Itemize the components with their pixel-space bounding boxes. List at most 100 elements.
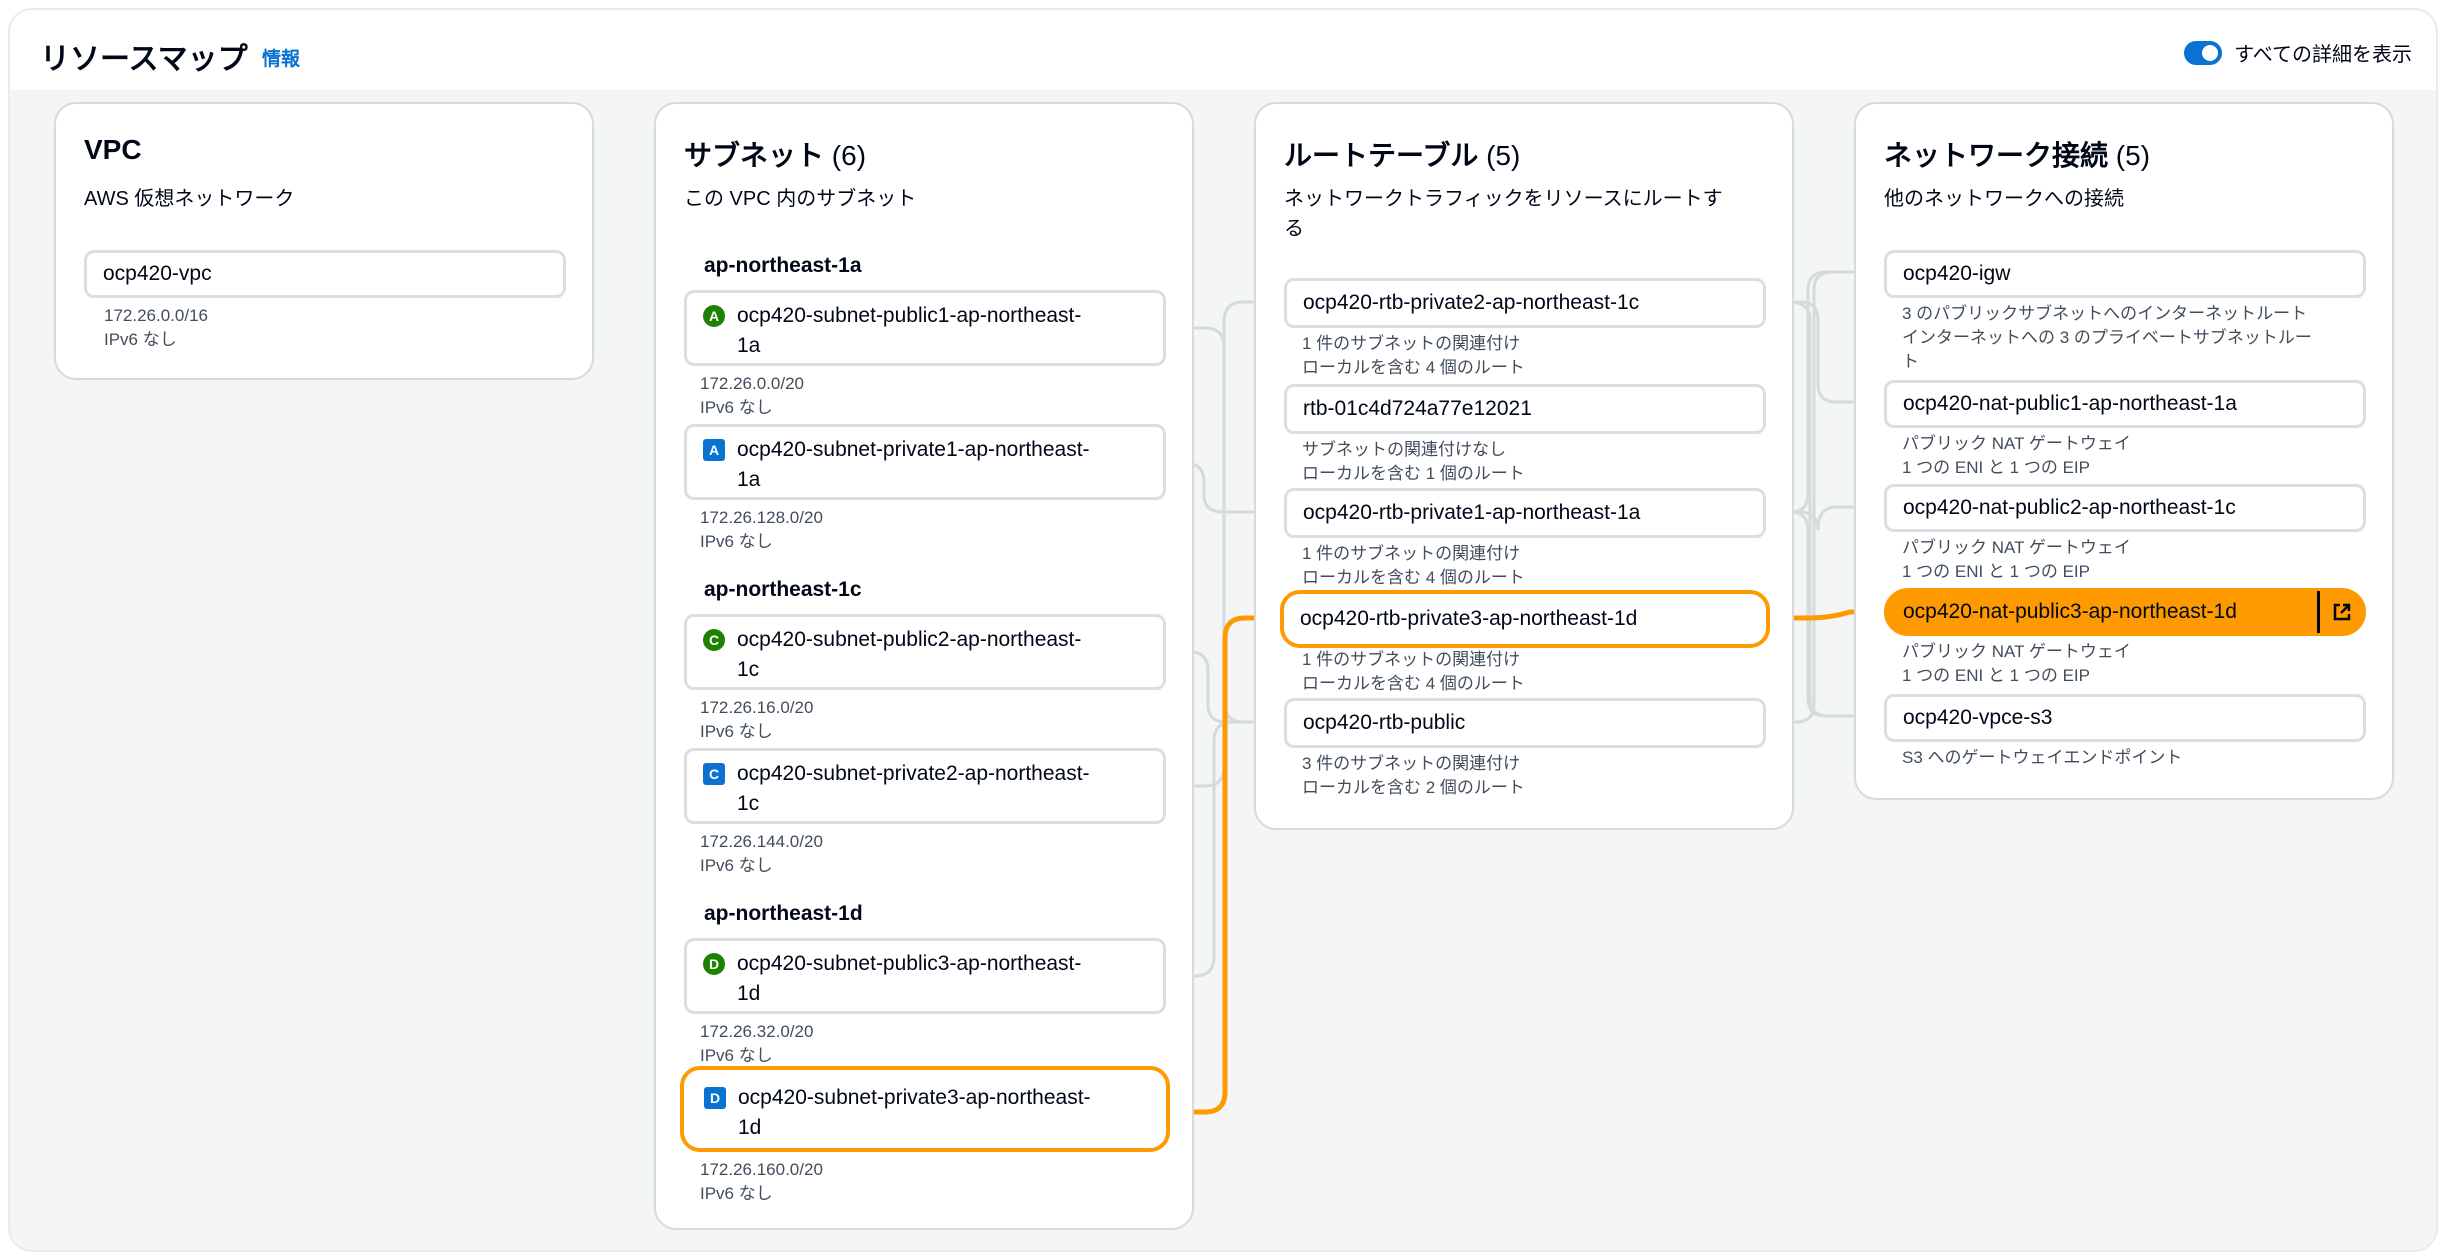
route-tables-column-desc: ネットワークトラフィックをリソースにルートす る: [1284, 184, 1723, 244]
route-table-meta-private2: 1 件のサブネットの関連付け ローカルを含む 4 個のルート: [1302, 332, 1525, 380]
subnet-label-line2: 1d: [738, 1116, 762, 1139]
connection-detail: 3 のパブリックサブネットへのインターネットルート: [1902, 304, 2308, 323]
connections-column-title: ネットワーク接続 (5): [1884, 134, 2150, 174]
public-subnet-icon: D: [703, 953, 725, 975]
subnet-node-public1[interactable]: A ocp420-subnet-public1-ap-northeast- 1a: [684, 290, 1166, 366]
subnet-meta-public1: 172.26.0.0/20 IPv6 なし: [700, 372, 804, 420]
route-tables-column-title: ルートテーブル (5): [1284, 134, 1520, 174]
subnet-ipv6: IPv6 なし: [700, 1046, 773, 1065]
subnet-label-line1: ocp420-subnet-public1-ap-northeast-: [737, 304, 1082, 327]
subnet-label: ocp420-subnet-private2-ap-northeast- 1c: [737, 759, 1090, 819]
connection-meta-igw: 3 のパブリックサブネットへのインターネットルート インターネットへの 3 のプ…: [1902, 302, 2312, 374]
connection-detail: パブリック NAT ゲートウェイ: [1902, 434, 2131, 453]
route-table-node-private1[interactable]: ocp420-rtb-private1-ap-northeast-1a: [1284, 488, 1766, 538]
vpc-node-label: ocp420-vpc: [103, 262, 212, 285]
subnet-label: ocp420-subnet-private1-ap-northeast- 1a: [737, 435, 1090, 495]
connection-meta-nat3: パブリック NAT ゲートウェイ 1 つの ENI と 1 つの EIP: [1902, 640, 2131, 688]
subnets-title-text: サブネット: [684, 140, 825, 171]
subnet-label-line2: 1a: [737, 468, 761, 491]
private-subnet-icon: C: [703, 763, 725, 785]
subnets-column: サブネット (6) この VPC 内のサブネット ap-northeast-1a…: [654, 102, 1194, 1230]
route-table-label: rtb-01c4d724a77e12021: [1303, 397, 1532, 420]
connection-label: ocp420-nat-public3-ap-northeast-1d: [1903, 600, 2237, 623]
subnets-column-title: サブネット (6): [684, 134, 866, 174]
vpc-column-title: VPC: [84, 134, 142, 165]
subnet-meta-private2: 172.26.144.0/20 IPv6 なし: [700, 830, 823, 878]
subnet-ipv6: IPv6 なし: [700, 1184, 773, 1203]
subnet-label: ocp420-subnet-public3-ap-northeast- 1d: [737, 949, 1081, 1009]
subnet-label-line1: ocp420-subnet-private2-ap-northeast-: [737, 762, 1090, 785]
subnet-cidr: 172.26.128.0/20: [700, 508, 823, 527]
connection-node-nat2[interactable]: ocp420-nat-public2-ap-northeast-1c: [1884, 484, 2366, 532]
connection-detail: パブリック NAT ゲートウェイ: [1902, 642, 2131, 661]
connections-count: (5): [2115, 140, 2151, 171]
route-table-node-private3[interactable]: ocp420-rtb-private3-ap-northeast-1d: [1280, 590, 1770, 648]
route-table-assoc: 1 件のサブネットの関連付け: [1302, 650, 1521, 669]
route-table-label: ocp420-rtb-private3-ap-northeast-1d: [1300, 607, 1638, 630]
subnet-node-private3[interactable]: D ocp420-subnet-private3-ap-northeast- 1d: [680, 1066, 1170, 1152]
private-subnet-icon: A: [703, 439, 725, 461]
connection-meta-nat2: パブリック NAT ゲートウェイ 1 つの ENI と 1 つの EIP: [1902, 536, 2131, 584]
subnet-cidr: 172.26.16.0/20: [700, 698, 814, 717]
connection-label: ocp420-vpce-s3: [1903, 706, 2053, 729]
vpc-ipv6: IPv6 なし: [104, 330, 177, 349]
route-table-node-main[interactable]: rtb-01c4d724a77e12021: [1284, 384, 1766, 434]
info-link[interactable]: 情報: [262, 44, 300, 71]
vpc-cidr: 172.26.0.0/16: [104, 306, 208, 325]
vpc-node[interactable]: ocp420-vpc: [84, 250, 566, 298]
external-link-glyph: [2333, 603, 2350, 621]
connection-label: ocp420-igw: [1903, 262, 2011, 285]
subnet-label-line1: ocp420-subnet-private3-ap-northeast-: [738, 1086, 1091, 1109]
connection-detail: 1 つの ENI と 1 つの EIP: [1902, 458, 2090, 477]
resource-map-header: リソースマップ 情報 すべての詳細を表示: [10, 10, 2436, 90]
route-tables-count: (5): [1486, 140, 1521, 171]
subnet-meta-public3: 172.26.32.0/20 IPv6 なし: [700, 1020, 813, 1068]
subnet-node-public3[interactable]: D ocp420-subnet-public3-ap-northeast- 1d: [684, 938, 1166, 1014]
subnet-node-private1[interactable]: A ocp420-subnet-private1-ap-northeast- 1a: [684, 424, 1166, 500]
subnet-node-private2[interactable]: C ocp420-subnet-private2-ap-northeast- 1c: [684, 748, 1166, 824]
connection-node-vpce[interactable]: ocp420-vpce-s3: [1884, 694, 2366, 742]
subnet-cidr: 172.26.0.0/20: [700, 374, 804, 393]
subnet-cidr: 172.26.144.0/20: [700, 832, 823, 851]
subnet-label-line2: 1c: [737, 658, 760, 681]
connection-detail: インターネットへの 3 のプライベートサブネットルー: [1902, 328, 2312, 347]
connection-node-nat3[interactable]: ocp420-nat-public3-ap-northeast-1d: [1884, 588, 2366, 636]
connection-node-igw[interactable]: ocp420-igw: [1884, 250, 2366, 298]
subnet-meta-private3: 172.26.160.0/20 IPv6 なし: [700, 1158, 823, 1206]
subnet-ipv6: IPv6 なし: [700, 398, 773, 417]
route-table-node-public[interactable]: ocp420-rtb-public: [1284, 698, 1766, 748]
subnet-label: ocp420-subnet-public1-ap-northeast- 1a: [737, 301, 1081, 361]
az-label-1a: ap-northeast-1a: [704, 254, 862, 277]
subnet-ipv6: IPv6 なし: [700, 532, 773, 551]
connection-detail: ト: [1902, 352, 1919, 371]
connection-meta-nat1: パブリック NAT ゲートウェイ 1 つの ENI と 1 つの EIP: [1902, 432, 2131, 480]
connections-title-text: ネットワーク接続: [1884, 140, 2109, 171]
connection-label: ocp420-nat-public1-ap-northeast-1a: [1903, 392, 2237, 415]
external-link-icon[interactable]: [2317, 591, 2363, 633]
toggle-knob: [2202, 44, 2219, 61]
subnet-label-line1: ocp420-subnet-public2-ap-northeast-: [737, 628, 1082, 651]
route-table-routes: ローカルを含む 1 個のルート: [1302, 464, 1525, 483]
connection-detail: 1 つの ENI と 1 つの EIP: [1902, 666, 2090, 685]
route-table-meta-private1: 1 件のサブネットの関連付け ローカルを含む 4 個のルート: [1302, 542, 1525, 590]
subnet-ipv6: IPv6 なし: [700, 856, 773, 875]
public-subnet-icon: A: [703, 305, 725, 327]
show-details-toggle[interactable]: すべての詳細を表示: [2184, 38, 2412, 67]
subnets-count: (6): [831, 140, 867, 171]
connection-label: ocp420-nat-public2-ap-northeast-1c: [1903, 496, 2236, 519]
connection-node-nat1[interactable]: ocp420-nat-public1-ap-northeast-1a: [1884, 380, 2366, 428]
subnet-meta-private1: 172.26.128.0/20 IPv6 なし: [700, 506, 823, 554]
subnet-label-line2: 1d: [737, 982, 761, 1005]
subnet-meta-public2: 172.26.16.0/20 IPv6 なし: [700, 696, 813, 744]
subnet-label: ocp420-subnet-private3-ap-northeast- 1d: [738, 1083, 1091, 1143]
route-table-assoc: 1 件のサブネットの関連付け: [1302, 544, 1521, 563]
subnet-label-line2: 1c: [737, 792, 760, 815]
route-tables-desc-line2: る: [1284, 218, 1304, 240]
subnet-node-public2[interactable]: C ocp420-subnet-public2-ap-northeast- 1c: [684, 614, 1166, 690]
public-subnet-icon: C: [703, 629, 725, 651]
subnet-label-line2: 1a: [737, 334, 761, 357]
route-table-node-private2[interactable]: ocp420-rtb-private2-ap-northeast-1c: [1284, 278, 1766, 328]
private-subnet-icon: D: [704, 1087, 726, 1109]
route-table-meta-main: サブネットの関連付けなし ローカルを含む 1 個のルート: [1302, 438, 1525, 486]
toggle-switch[interactable]: [2184, 40, 2223, 65]
